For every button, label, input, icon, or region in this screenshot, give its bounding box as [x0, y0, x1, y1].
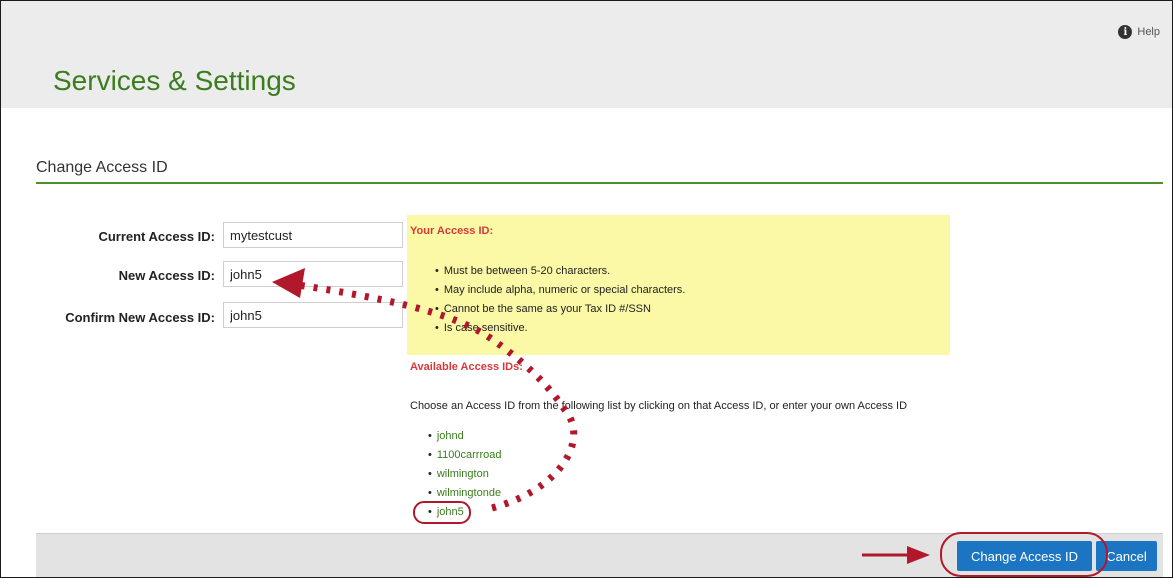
dotted-arrow-path [297, 281, 578, 512]
annotation-overlay [272, 268, 1108, 577]
highlight-circle [413, 501, 471, 524]
highlight-circle [940, 532, 1108, 577]
arrow-head-icon [272, 268, 305, 298]
pointer-arrow-icon [907, 546, 930, 564]
